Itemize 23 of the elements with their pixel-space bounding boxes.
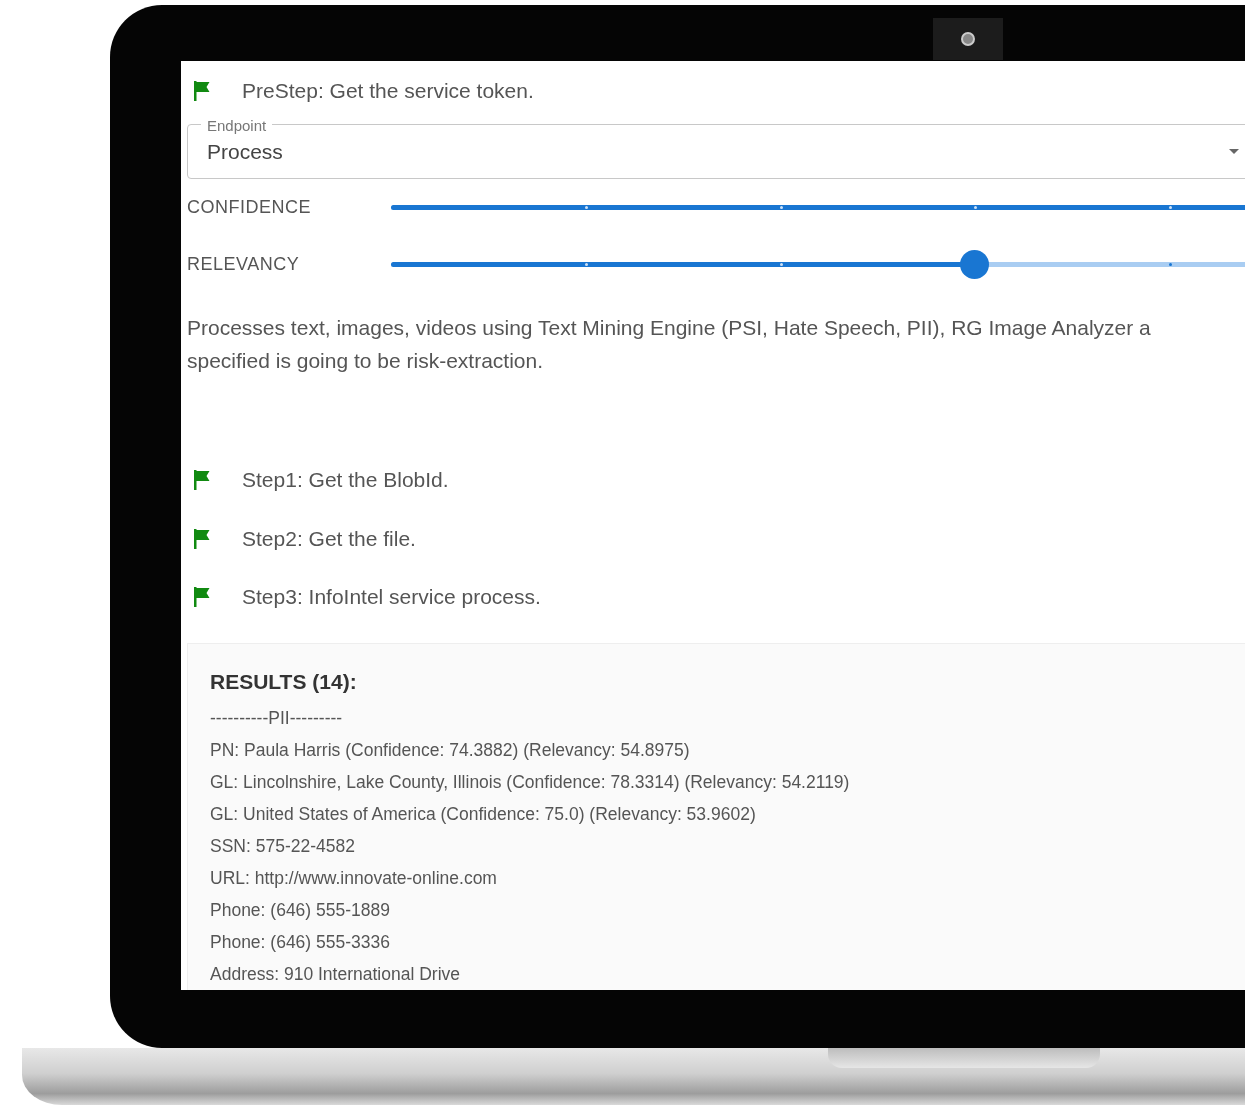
result-line: Phone: (646) 555-1889	[210, 898, 391, 922]
caret-icon	[1228, 147, 1240, 156]
description-text: Processes text, images, videos using Text Mining Engine (PSI, Hate Speech, PII), RG Image Analyzer a specified is going to be risk-extraction.	[187, 315, 1152, 374]
result-line: GL: Lincolnshire, Lake County, Illinois (Confidence: 78.3314) (Relevancy: 54.2119)	[210, 770, 851, 794]
result-line: Phone: (646) 555-3336	[210, 930, 391, 954]
step-text: Step2: Get the file.	[242, 526, 416, 551]
result-line: URL: http://www.innovate-online.com	[210, 866, 498, 890]
result-line: Address: 910 International Drive	[210, 962, 461, 986]
results-title: RESULTS (14):	[210, 669, 358, 694]
slider-thumb[interactable]	[960, 249, 990, 279]
result-line: ----------PII---------	[210, 706, 344, 730]
result-line: SSN: 575-22-4582	[210, 834, 356, 858]
field-label: Endpoint	[201, 117, 273, 135]
step-text: Step3: InfoIntel service process.	[242, 585, 541, 610]
result-line: GL: United States of America (Confidence: 75.0) (Relevancy: 53.9602)	[210, 802, 757, 826]
camera-icon	[933, 18, 1003, 60]
result-line: PN: Paula Harris (Confidence: 74.3882) (Relevancy: 54.8975)	[210, 738, 691, 762]
field-value: Process	[207, 139, 283, 164]
slider[interactable]	[391, 249, 1245, 279]
slider-label: CONFIDENCE	[187, 196, 312, 218]
slider-label: RELEVANCY	[187, 253, 301, 275]
step-text: PreStep: Get the service token.	[242, 79, 534, 103]
step-text: Step1: Get the BlobId.	[242, 468, 449, 493]
